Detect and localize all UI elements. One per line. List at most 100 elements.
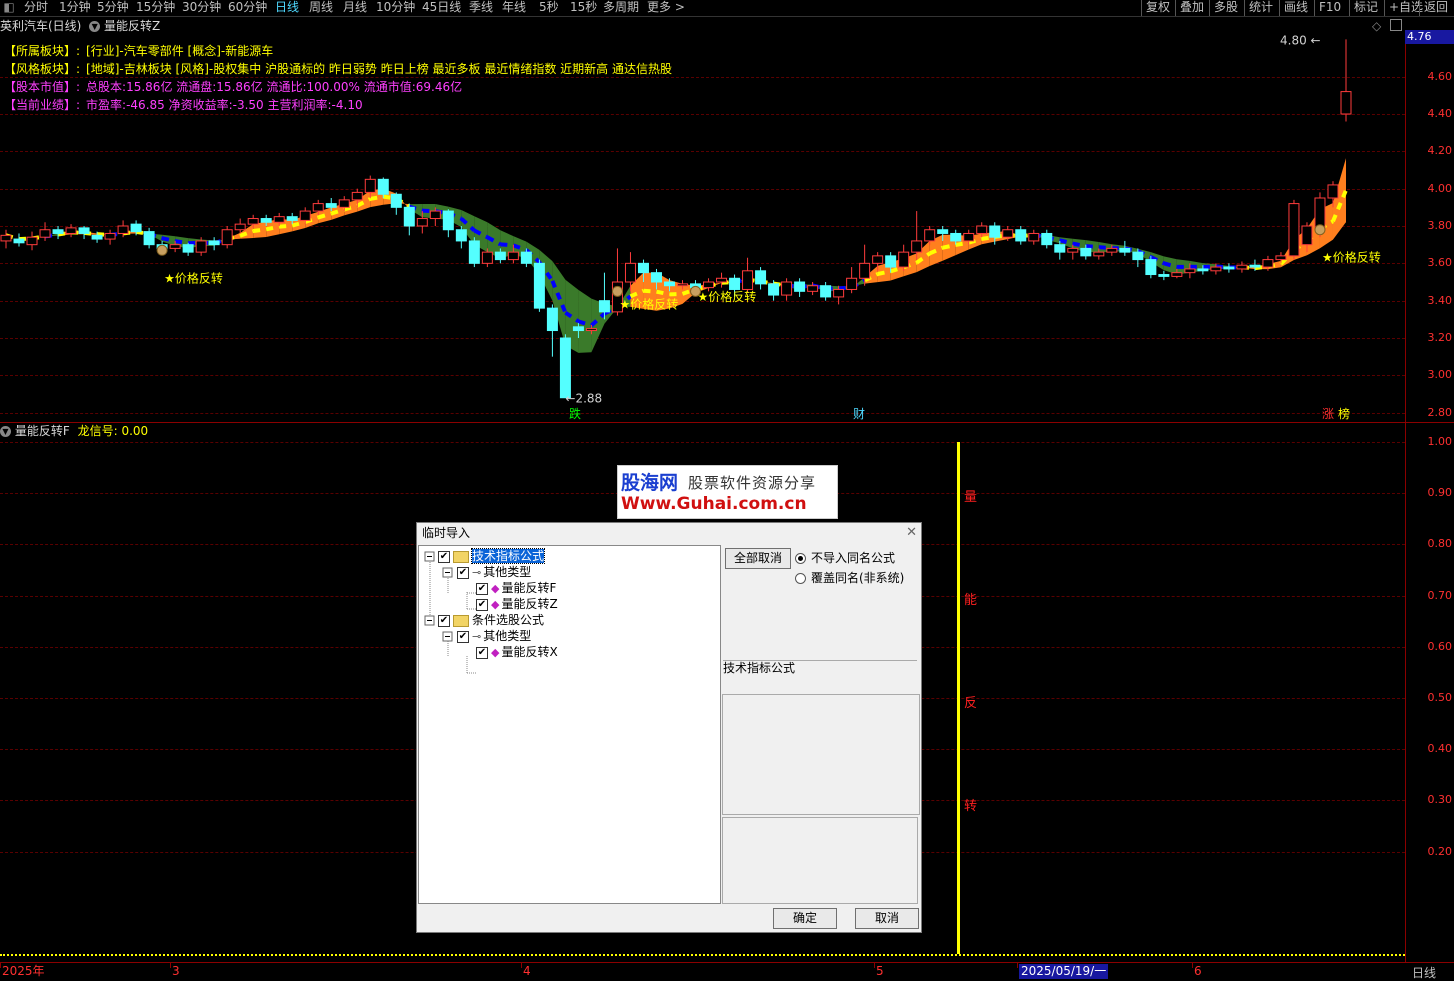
ok-button[interactable]: 确定 (773, 908, 837, 929)
watermark-url: Www.Guhai.com.cn (621, 494, 807, 514)
candle-body (925, 230, 935, 241)
option-skip-label: 不导入同名公式 (811, 551, 895, 565)
chevron-down-icon[interactable]: ▼ (0, 426, 11, 437)
vertical-char: 转 (964, 795, 977, 814)
tree-node[interactable]: ✔ 技术指标公式 (438, 548, 544, 564)
cancel-all-button[interactable]: 全部取消 (725, 548, 791, 569)
price-tick: 4.60 (1410, 70, 1452, 83)
tool-button[interactable]: 标记 (1349, 0, 1382, 16)
period-tab[interactable]: 30分钟 (182, 0, 221, 16)
tool-button[interactable]: 复权 (1141, 0, 1174, 16)
dialog-titlebar[interactable]: 临时导入 ✕ (417, 523, 921, 543)
candle-body (951, 233, 961, 240)
option-overwrite[interactable]: 覆盖同名(非系统) (795, 570, 904, 586)
tool-button[interactable]: 叠加 (1175, 0, 1208, 16)
formula-icon: ◆ (491, 646, 499, 659)
radio-skip[interactable] (795, 553, 806, 564)
candle-body (222, 230, 232, 245)
period-tab[interactable]: 10分钟 (376, 0, 415, 16)
candle-body (847, 278, 857, 289)
checkbox[interactable]: ✔ (476, 583, 488, 595)
candle-body (1289, 204, 1299, 256)
signal-label: 龙信号: (78, 424, 118, 438)
money-bag-icon (157, 245, 167, 255)
folder-icon (453, 551, 469, 563)
date-label: 3 (172, 964, 180, 979)
sub-indicator-title[interactable]: 量能反转F (15, 424, 70, 438)
date-label: 4 (523, 964, 531, 979)
tree-node[interactable]: ✔条件选股公式 (438, 612, 544, 628)
period-tab[interactable]: 5秒 (539, 0, 559, 16)
signal-tick: 1.00 (1410, 435, 1452, 448)
candle-body (261, 219, 271, 223)
formula-tree[interactable]: ✔技术指标公式✔⊸其他类型✔◆量能反转F✔◆量能反转Z✔条件选股公式✔⊸其他类型… (418, 545, 721, 904)
tool-button[interactable]: 统计 (1244, 0, 1277, 16)
period-tab[interactable]: 分时 (24, 0, 48, 16)
period-tab[interactable]: 60分钟 (228, 0, 267, 16)
close-icon[interactable]: ✕ (906, 523, 917, 543)
period-label[interactable]: 日线 (1412, 964, 1436, 981)
signal-text: ★价格反转 (1322, 250, 1381, 265)
date-tick (1192, 963, 1193, 968)
tree-label: 技术指标公式 (472, 549, 544, 563)
trend-band (1333, 158, 1346, 239)
tree-node[interactable]: ✔◆量能反转F (476, 580, 556, 596)
period-tab[interactable]: 多周期 (603, 0, 639, 16)
tool-button[interactable]: 多股 (1209, 0, 1242, 16)
signal-tick: 0.50 (1410, 691, 1452, 704)
menu-toggle-icon[interactable]: ◧ (0, 0, 18, 16)
price-chart[interactable]: 4.80 ←←2.88★价格反转★价格反转★价格反转★价格反转跌财涨榜 (0, 30, 1405, 422)
candle-body (1250, 265, 1260, 267)
radio-overwrite[interactable] (795, 573, 806, 584)
checkbox[interactable]: ✔ (476, 599, 488, 611)
signal-tick: 0.90 (1410, 486, 1452, 499)
checkbox[interactable]: ✔ (438, 551, 450, 563)
tool-button[interactable]: 画线 (1279, 0, 1312, 16)
candle-body (560, 338, 570, 398)
price-tick: 4.00 (1410, 182, 1452, 195)
event-marker: 财 (853, 407, 865, 421)
period-tab[interactable]: 15分钟 (136, 0, 175, 16)
signal-tick: 0.40 (1410, 742, 1452, 755)
checkbox[interactable]: ✔ (438, 615, 450, 627)
key-icon: ⊸ (472, 566, 481, 579)
tree-node[interactable]: ✔⊸其他类型 (457, 564, 531, 580)
candle-body (1211, 267, 1221, 271)
period-tab[interactable]: 日线 (275, 0, 299, 16)
candle-body (1185, 269, 1195, 273)
checkbox[interactable]: ✔ (476, 647, 488, 659)
period-tab[interactable]: 更多 > (647, 0, 685, 16)
signal-tick: 0.20 (1410, 845, 1452, 858)
checkbox[interactable]: ✔ (457, 567, 469, 579)
period-tab[interactable]: 45日线 (422, 0, 461, 16)
candle-body (938, 230, 948, 234)
candle-body (170, 245, 180, 249)
price-tick: 3.60 (1410, 256, 1452, 269)
cancel-button[interactable]: 取消 (855, 908, 919, 929)
candle-body (1081, 248, 1091, 255)
period-tab[interactable]: 月线 (343, 0, 367, 16)
option-skip-same[interactable]: 不导入同名公式 (795, 550, 895, 566)
low-price-label: ←2.88 (565, 392, 602, 406)
tree-node[interactable]: ✔◆量能反转X (476, 644, 558, 660)
candle-body (1068, 248, 1078, 252)
candle-body (977, 226, 987, 233)
period-tab[interactable]: 年线 (502, 0, 526, 16)
period-tab[interactable]: 15秒 (570, 0, 597, 16)
candle-body (313, 204, 323, 211)
preview-box[interactable] (722, 817, 918, 904)
candle-body (1029, 233, 1039, 240)
checkbox[interactable]: ✔ (457, 631, 469, 643)
tool-button[interactable]: 返回 (1419, 0, 1452, 16)
tree-node[interactable]: ✔◆量能反转Z (476, 596, 558, 612)
candle-body (417, 219, 427, 226)
period-tab[interactable]: 1分钟 (59, 0, 91, 16)
tree-lines (419, 546, 720, 903)
period-tab[interactable]: 5分钟 (97, 0, 129, 16)
candle-body (443, 211, 453, 230)
tree-node[interactable]: ✔⊸其他类型 (457, 628, 531, 644)
tool-button[interactable]: F10 (1314, 0, 1345, 16)
period-tab[interactable]: 季线 (469, 0, 493, 16)
period-tab[interactable]: 周线 (309, 0, 333, 16)
description-box[interactable] (722, 694, 920, 815)
